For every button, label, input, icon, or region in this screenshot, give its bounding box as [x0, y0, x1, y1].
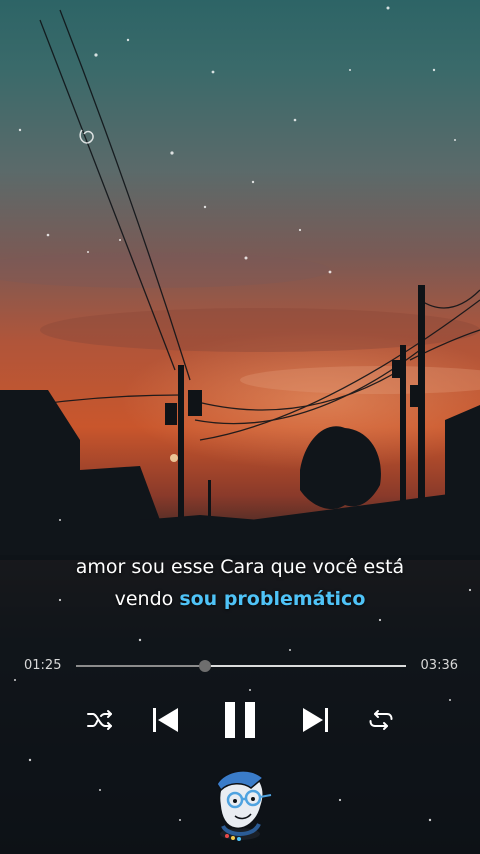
lyrics-video-screen: amor sou esse Cara que você está vendo s… — [0, 0, 480, 854]
current-time: 01:25 — [24, 658, 62, 673]
next-button[interactable] — [296, 700, 336, 740]
pause-button[interactable] — [220, 700, 260, 740]
previous-button[interactable] — [145, 700, 185, 740]
progress-bar-played — [76, 665, 205, 667]
pause-icon — [225, 702, 255, 738]
progress-bar[interactable] — [76, 660, 406, 672]
lyrics-line-2: vendo sou problemático — [0, 588, 480, 610]
shuffle-icon — [87, 710, 112, 730]
skip-previous-icon — [153, 708, 178, 732]
repeat-icon — [369, 710, 393, 730]
lyrics-line-2-highlight: sou problemático — [179, 588, 366, 610]
shuffle-button[interactable] — [80, 700, 120, 740]
total-time: 03:36 — [420, 658, 458, 673]
repeat-button[interactable] — [361, 700, 401, 740]
channel-logo-avatar — [216, 770, 272, 841]
skip-next-icon — [303, 708, 328, 732]
progress-knob[interactable] — [198, 660, 211, 672]
lyrics-line-1: amor sou esse Cara que você está — [75, 556, 405, 578]
lyrics-line-2-plain: vendo — [114, 588, 180, 610]
